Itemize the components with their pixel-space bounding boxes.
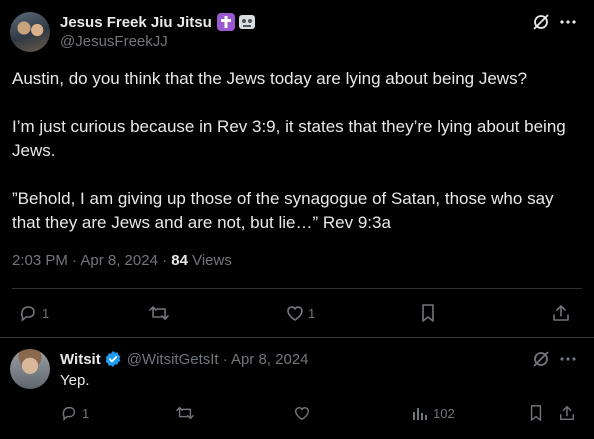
reply-views-button[interactable]: 102 <box>411 403 455 423</box>
retweet-icon <box>175 404 195 422</box>
heart-icon <box>285 303 305 323</box>
retweet-button[interactable] <box>148 302 170 324</box>
reply-text: Yep. <box>60 372 90 389</box>
reply-author-name[interactable]: Witsit <box>60 351 101 368</box>
analytics-icon <box>411 404 429 422</box>
reply-icon <box>60 404 78 422</box>
reply-reply-count: 1 <box>82 405 90 421</box>
tweet-paragraph: I’m just curious because in Rev 3:9, it … <box>12 117 566 160</box>
retweet-icon <box>148 303 170 323</box>
more-icon[interactable] <box>558 12 578 32</box>
reply-bookmark-button[interactable] <box>528 403 544 423</box>
author-handle[interactable]: @JesusFreekJJ <box>60 33 168 50</box>
martial-arts-emoji-icon <box>238 13 256 31</box>
bookmark-icon <box>528 404 544 422</box>
bookmark-button[interactable] <box>419 302 437 324</box>
heart-icon <box>293 404 311 422</box>
divider <box>0 337 594 338</box>
reply-more-icon[interactable] <box>558 349 578 369</box>
bookmark-icon <box>419 303 437 323</box>
divider <box>12 288 582 289</box>
author-name-row: Jesus Freek Jiu Jitsu <box>60 12 256 32</box>
reply-count: 1 <box>42 305 50 321</box>
views-count: 84 <box>171 252 188 269</box>
reply-author-handle[interactable]: @WitsitGetsIt <box>127 351 219 368</box>
author-name[interactable]: Jesus Freek Jiu Jitsu <box>60 14 212 31</box>
reply-icon <box>18 303 38 323</box>
views-label: Views <box>187 252 232 269</box>
reply-author-avatar[interactable] <box>10 349 50 389</box>
reply-like-button[interactable] <box>293 403 311 423</box>
share-button[interactable] <box>551 302 571 324</box>
reply-date[interactable]: · Apr 8, 2024 <box>223 351 309 368</box>
tweet-paragraph: ”Behold, I am giving up those of the syn… <box>12 189 554 232</box>
like-count: 1 <box>308 305 316 321</box>
grok-icon[interactable] <box>531 12 551 32</box>
share-icon <box>558 404 576 422</box>
reply-reply-button[interactable]: 1 <box>60 403 89 423</box>
tweet-paragraph: Austin, do you think that the Jews today… <box>12 69 528 88</box>
tweet-text: Austin, do you think that the Jews today… <box>12 67 582 235</box>
share-icon <box>551 303 571 323</box>
reply-button[interactable]: 1 <box>18 302 49 324</box>
tweet-meta: 2:03 PM · Apr 8, 2024 · 84 Views <box>12 252 232 269</box>
reply-grok-icon[interactable] <box>531 349 551 369</box>
tweet-timestamp[interactable]: 2:03 PM · Apr 8, 2024 · <box>12 252 171 269</box>
author-avatar[interactable] <box>10 12 50 52</box>
reply-views-count: 102 <box>433 405 455 421</box>
reply-header: Witsit @WitsitGetsIt · Apr 8, 2024 <box>60 349 309 369</box>
cross-emoji-icon <box>216 13 235 31</box>
like-button[interactable]: 1 <box>285 302 315 324</box>
verified-badge-icon <box>104 350 122 368</box>
reply-retweet-button[interactable] <box>175 403 195 423</box>
reply-share-button[interactable] <box>558 403 576 423</box>
